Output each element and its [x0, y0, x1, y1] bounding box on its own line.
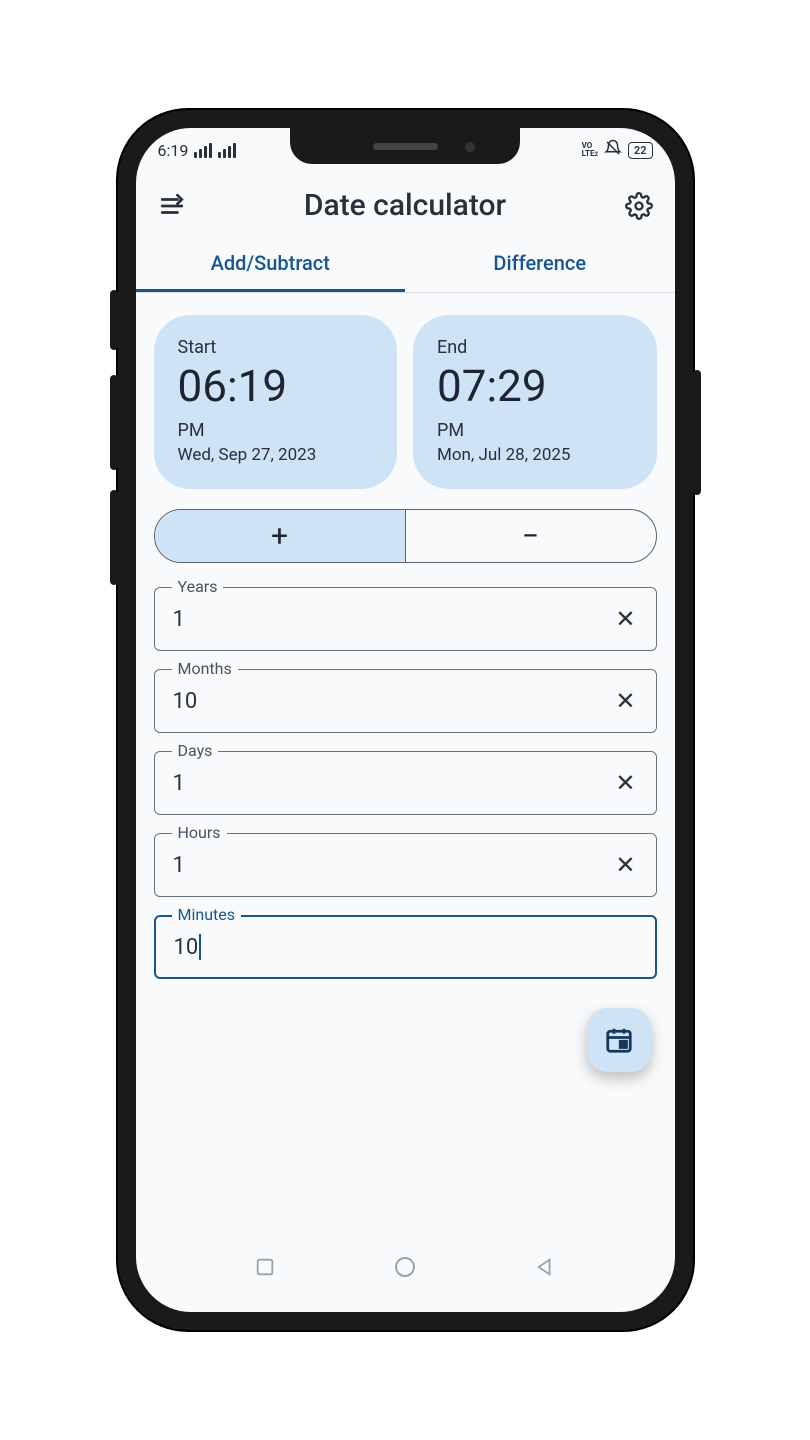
- calendar-fab[interactable]: [587, 1008, 651, 1072]
- clear-icon[interactable]: ✕: [613, 765, 637, 801]
- years-label: Years: [172, 577, 224, 596]
- datetime-cards: Start 06:19 PM Wed, Sep 27, 2023 End 07:…: [154, 315, 657, 489]
- phone-frame: 6:19 VOLTE2 22 Date calculator: [118, 110, 693, 1330]
- minutes-field-wrap: Minutes 10: [154, 915, 657, 979]
- start-time: 06:19: [178, 364, 374, 408]
- speaker: [373, 143, 438, 150]
- days-input[interactable]: 1 ✕: [154, 751, 657, 815]
- months-label: Months: [172, 659, 238, 678]
- years-input[interactable]: 1 ✕: [154, 587, 657, 651]
- nav-home-icon[interactable]: [392, 1254, 418, 1280]
- hours-value: 1: [173, 853, 614, 878]
- clear-icon[interactable]: ✕: [613, 683, 637, 719]
- phone-side-button: [110, 290, 118, 350]
- days-field-wrap: Days 1 ✕: [154, 751, 657, 815]
- tab-difference[interactable]: Difference: [405, 233, 675, 292]
- phone-side-button: [110, 375, 118, 470]
- tab-add-subtract[interactable]: Add/Subtract: [136, 233, 406, 292]
- phone-side-button: [110, 490, 118, 585]
- status-time: 6:19: [158, 141, 189, 160]
- notch: [290, 128, 520, 164]
- minutes-value: 10: [174, 935, 199, 960]
- start-card[interactable]: Start 06:19 PM Wed, Sep 27, 2023: [154, 315, 398, 489]
- plus-button[interactable]: +: [155, 510, 406, 562]
- operation-toggle: + −: [154, 509, 657, 563]
- minutes-input[interactable]: 10: [154, 915, 657, 979]
- front-camera: [465, 142, 475, 152]
- signal-icon: [218, 143, 236, 158]
- end-time: 07:29: [437, 364, 633, 408]
- years-value: 1: [173, 607, 614, 632]
- hours-field-wrap: Hours 1 ✕: [154, 833, 657, 897]
- screen: 6:19 VOLTE2 22 Date calculator: [136, 128, 675, 1312]
- minutes-label: Minutes: [172, 905, 242, 924]
- start-label: Start: [178, 337, 374, 358]
- volte-icon: VOLTE2: [582, 142, 598, 159]
- end-card[interactable]: End 07:29 PM Mon, Jul 28, 2025: [413, 315, 657, 489]
- nav-recent-icon[interactable]: [252, 1254, 278, 1280]
- days-label: Days: [172, 741, 219, 760]
- signal-icon: [194, 143, 212, 158]
- hours-label: Hours: [172, 823, 227, 842]
- text-cursor: [199, 934, 201, 960]
- menu-icon[interactable]: [158, 192, 186, 220]
- days-value: 1: [173, 771, 614, 796]
- clear-icon[interactable]: ✕: [613, 601, 637, 637]
- end-ampm: PM: [437, 420, 633, 441]
- start-ampm: PM: [178, 420, 374, 441]
- app-header: Date calculator: [136, 172, 675, 233]
- years-field-wrap: Years 1 ✕: [154, 587, 657, 651]
- end-date: Mon, Jul 28, 2025: [437, 445, 633, 465]
- calendar-icon: [604, 1025, 634, 1055]
- nav-back-icon[interactable]: [532, 1254, 558, 1280]
- months-value: 10: [173, 689, 614, 714]
- android-nav-bar: [136, 1234, 675, 1300]
- battery-icon: 22: [628, 142, 653, 159]
- settings-icon[interactable]: [625, 192, 653, 220]
- phone-side-button: [693, 370, 701, 495]
- content: Start 06:19 PM Wed, Sep 27, 2023 End 07:…: [136, 293, 675, 1234]
- hours-input[interactable]: 1 ✕: [154, 833, 657, 897]
- months-field-wrap: Months 10 ✕: [154, 669, 657, 733]
- end-label: End: [437, 337, 633, 358]
- start-date: Wed, Sep 27, 2023: [178, 445, 374, 465]
- minus-button[interactable]: −: [406, 510, 656, 562]
- months-input[interactable]: 10 ✕: [154, 669, 657, 733]
- page-title: Date calculator: [304, 188, 506, 223]
- mute-icon: [604, 139, 622, 161]
- clear-icon[interactable]: ✕: [613, 847, 637, 883]
- tabs: Add/Subtract Difference: [136, 233, 675, 293]
